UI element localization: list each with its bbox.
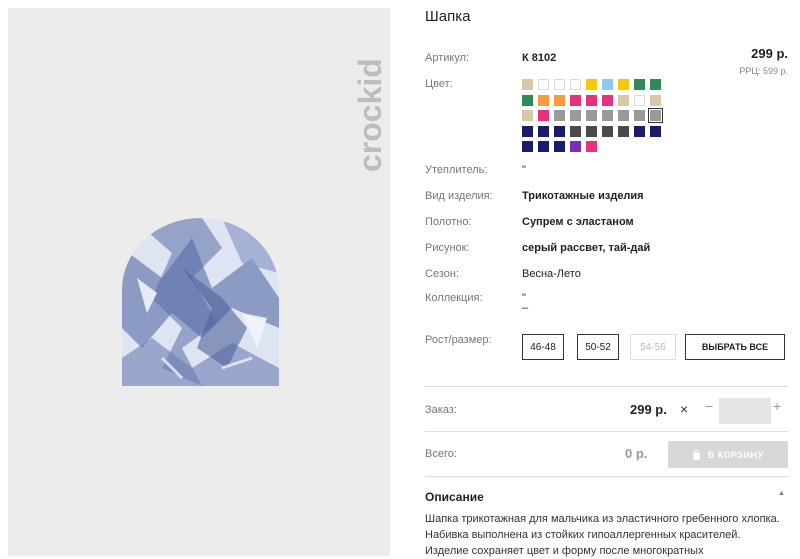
color-swatch[interactable] (538, 79, 549, 90)
color-swatch[interactable] (522, 79, 533, 90)
color-swatch[interactable] (570, 141, 581, 152)
color-swatch[interactable] (570, 125, 581, 137)
fabric-label: Полотно: (425, 216, 472, 228)
hat-image (122, 218, 279, 386)
brand-logo: crockid (353, 58, 388, 172)
color-swatch[interactable] (554, 94, 565, 106)
product-price: 299 р. (751, 46, 788, 61)
description-text: Шапка трикотажная для мальчика из эласти… (425, 513, 780, 557)
size-option-46-48[interactable]: 46-48 (522, 334, 564, 360)
color-swatch[interactable] (648, 108, 663, 123)
color-swatch[interactable] (522, 125, 533, 137)
order-unit-price: 299 р. (630, 402, 667, 417)
color-swatch[interactable] (554, 125, 565, 137)
color-swatch[interactable] (570, 79, 581, 90)
quantity-increase-button[interactable]: + (773, 398, 781, 414)
color-swatch[interactable] (538, 110, 549, 121)
article-value: К 8102 (522, 52, 557, 64)
description-title[interactable]: Описание (425, 490, 484, 504)
fabric-value: Супрем с эластаном (522, 216, 634, 228)
color-swatch[interactable] (634, 79, 645, 90)
color-swatch[interactable] (618, 125, 629, 137)
type-label: Вид изделия: (425, 190, 493, 202)
collection-value-dash: – (522, 302, 529, 314)
collapse-toggle-icon[interactable]: ▲ (778, 490, 785, 497)
total-label: Всего: (425, 448, 457, 460)
color-swatch[interactable] (650, 79, 661, 90)
season-label: Сезон: (425, 268, 459, 280)
season-value: Весна-Лето (522, 268, 581, 280)
color-swatch[interactable] (570, 110, 581, 121)
quantity-decrease-button[interactable]: − (705, 398, 713, 414)
size-option-50-52[interactable]: 50-52 (577, 334, 619, 360)
color-swatch[interactable] (554, 110, 565, 121)
product-info-panel: Шапка Артикул: К 8102 299 р. РРЦ: 599 р.… (425, 0, 795, 557)
divider (425, 476, 788, 477)
svg-text:crockid: crockid (353, 58, 388, 172)
color-swatch[interactable] (570, 94, 581, 106)
insulation-value: " (522, 164, 526, 176)
product-title: Шапка (425, 8, 471, 25)
pattern-value: серый рассвет, тай-дай (522, 242, 651, 254)
color-swatch[interactable] (586, 125, 597, 137)
article-label: Артикул: (425, 52, 470, 64)
pattern-label: Рисунок: (425, 242, 470, 254)
color-swatch[interactable] (634, 125, 645, 137)
color-swatch[interactable] (602, 110, 613, 121)
color-swatch[interactable] (602, 79, 613, 90)
color-label: Цвет: (425, 78, 453, 90)
type-value: Трикотажные изделия (522, 190, 644, 202)
color-swatch[interactable] (586, 79, 597, 90)
color-swatch[interactable] (650, 94, 661, 106)
add-to-cart-label: В КОРЗИНУ (707, 449, 764, 460)
color-swatch[interactable] (522, 110, 533, 121)
color-swatch[interactable] (586, 94, 597, 106)
quantity-input[interactable] (719, 398, 771, 424)
color-swatch[interactable] (538, 94, 549, 106)
color-swatch[interactable] (522, 94, 533, 106)
size-option-54-56: 54-56 (630, 334, 676, 360)
product-image-area: crockid (8, 8, 390, 556)
color-swatch[interactable] (586, 141, 597, 152)
color-swatch[interactable] (554, 141, 565, 152)
size-label: Рост/размер: (425, 334, 492, 346)
total-value: 0 р. (625, 446, 648, 461)
color-swatch[interactable] (602, 125, 613, 137)
order-label: Заказ: (425, 404, 457, 416)
color-swatch[interactable] (618, 110, 629, 121)
color-swatch[interactable] (586, 110, 597, 121)
color-swatch[interactable] (634, 94, 645, 106)
collection-label: Коллекция: (425, 292, 483, 304)
times-icon: × (680, 401, 689, 417)
select-all-sizes-button[interactable]: ВЫБРАТЬ ВСЕ (685, 334, 785, 360)
recommended-retail-price: РРЦ: 599 р. (739, 66, 788, 76)
color-swatch[interactable] (650, 125, 661, 137)
color-swatch[interactable] (538, 125, 549, 137)
color-swatch[interactable] (522, 141, 533, 152)
color-swatch[interactable] (538, 141, 549, 152)
add-to-cart-button[interactable]: В КОРЗИНУ (668, 441, 788, 468)
divider (425, 431, 788, 432)
divider (425, 386, 788, 387)
color-swatch[interactable] (634, 110, 645, 121)
color-swatch[interactable] (618, 79, 629, 90)
color-swatch[interactable] (554, 79, 565, 90)
color-swatch[interactable] (602, 94, 613, 106)
bag-icon (693, 449, 701, 460)
insulation-label: Утеплитель: (425, 164, 488, 176)
color-swatch[interactable] (618, 94, 629, 106)
